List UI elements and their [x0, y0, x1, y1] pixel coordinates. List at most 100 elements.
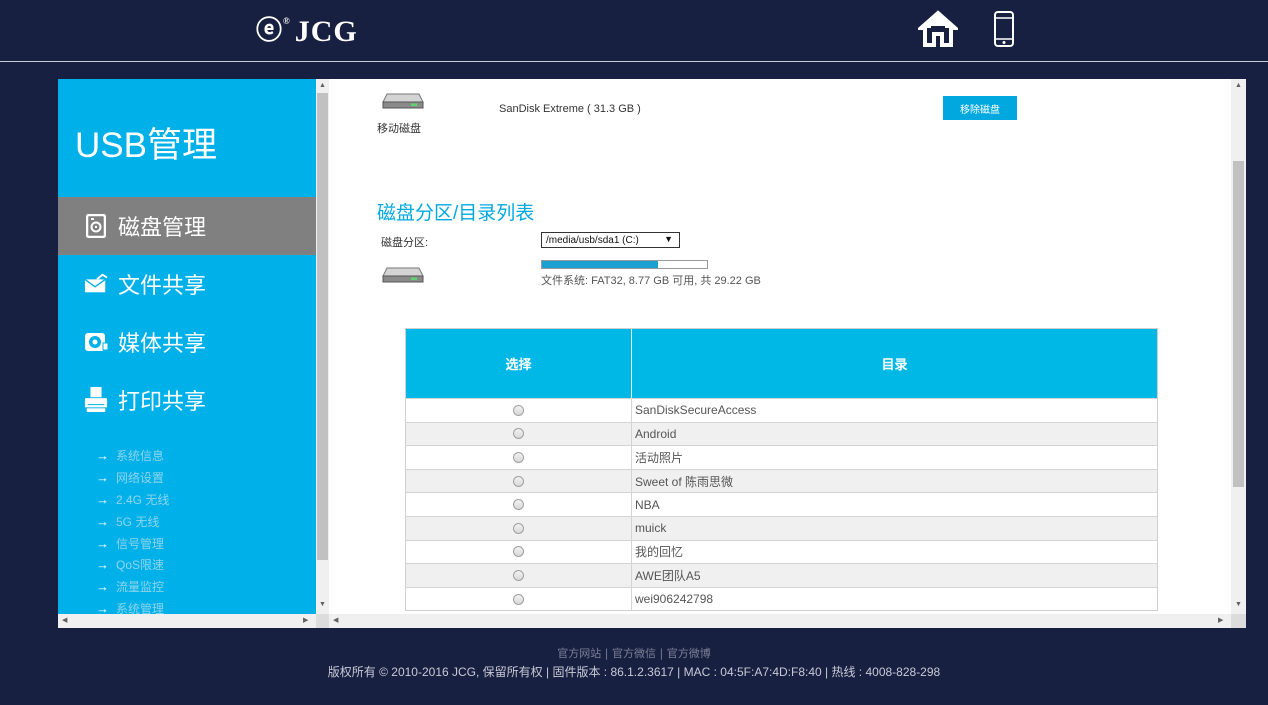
table-row[interactable]: AWE团队A5	[406, 563, 1157, 587]
directory-radio[interactable]	[513, 593, 524, 605]
sublink-label: 系统管理	[116, 601, 165, 614]
scroll-up-icon[interactable]: ▲	[319, 82, 326, 90]
nav-item-file-sharing[interactable]: 文件共享	[58, 255, 316, 313]
sidebar-vertical-scrollbar[interactable]: ▲ ▼	[316, 79, 329, 614]
main-content: 移动磁盘 SanDisk Extreme ( 31.3 GB ) 移除磁盘 磁盘…	[329, 79, 1231, 614]
scrollbar-thumb[interactable]	[1233, 161, 1244, 487]
directory-radio[interactable]	[513, 499, 524, 511]
scroll-down-icon[interactable]: ▼	[319, 601, 326, 609]
table-row[interactable]: 我的回忆	[406, 539, 1157, 564]
logo-mark-icon: ⓔ	[256, 16, 284, 46]
sublink-label: 2.4G 无线	[116, 492, 170, 507]
table-header: 选择 目录	[406, 329, 1157, 398]
sublink-traffic-monitor[interactable]: → 流量监控	[96, 576, 169, 598]
directory-name: AWE团队A5	[635, 568, 701, 583]
select-cell	[406, 516, 632, 540]
directory-radio[interactable]	[513, 404, 524, 416]
sublink-wireless-5g[interactable]: → 5G 无线	[96, 510, 169, 532]
nav-label: 磁盘管理	[118, 215, 207, 240]
disk-icon	[84, 213, 108, 239]
scroll-down-icon[interactable]: ▼	[1235, 601, 1242, 609]
footer-separator: |	[656, 647, 667, 660]
official-weibo-link[interactable]: 官方微博	[667, 647, 711, 660]
sidebar-frame: USB管理 磁盘管理 文件共享 媒体共享 打印共享 → 系统信息 → 网络设置 …	[58, 79, 329, 628]
jcg-logo[interactable]: ⓔ ® JCG	[256, 14, 358, 50]
main-vertical-scrollbar[interactable]: ▲ ▼	[1231, 79, 1246, 614]
table-row[interactable]: muick	[406, 515, 1157, 540]
sidebar: USB管理 磁盘管理 文件共享 媒体共享 打印共享 → 系统信息 → 网络设置 …	[58, 79, 316, 614]
sublink-network-settings[interactable]: → 网络设置	[96, 467, 169, 489]
disk-name: SanDisk Extreme ( 31.3 GB )	[499, 103, 641, 115]
sublink-system-info[interactable]: → 系统信息	[96, 445, 169, 467]
table-row[interactable]: wei906242798	[406, 586, 1157, 611]
directory-radio[interactable]	[513, 475, 524, 487]
directory-name: 我的回忆	[635, 545, 684, 560]
arrow-right-icon: →	[96, 557, 109, 573]
scrollbar-thumb[interactable]	[317, 93, 328, 560]
table-row[interactable]: NBA	[406, 492, 1157, 516]
directory-radio[interactable]	[513, 569, 524, 581]
footer-separator: |	[601, 647, 612, 660]
arrow-right-icon: →	[96, 579, 109, 595]
home-icon[interactable]	[915, 10, 961, 48]
nav-item-media-sharing[interactable]: 媒体共享	[58, 313, 316, 371]
official-website-link[interactable]: 官方网站	[557, 647, 601, 660]
mobile-phone-icon[interactable]	[992, 10, 1016, 48]
table-row[interactable]: Android	[406, 421, 1157, 446]
sublink-label: 系统信息	[116, 449, 165, 464]
partition-select-value: /media/usb/sda1 (C:)	[546, 234, 639, 246]
scroll-up-icon[interactable]: ▲	[1235, 82, 1242, 90]
table-row[interactable]: Sweet of 陈雨思微	[406, 468, 1157, 493]
section-title: 磁盘分区/目录列表	[377, 203, 535, 224]
directory-name: Sweet of 陈雨思微	[635, 474, 734, 489]
filesystem-info: 文件系统: FAT32, 8.77 GB 可用, 共 29.22 GB	[541, 275, 761, 287]
sublink-qos-limit[interactable]: → QoS限速	[96, 554, 169, 576]
printer-icon	[84, 387, 108, 413]
footer-links: 官方网站 | 官方微信 | 官方微博	[0, 645, 1268, 661]
nav-label: 打印共享	[118, 389, 207, 414]
sublink-signal-management[interactable]: → 信号管理	[96, 532, 169, 554]
main-horizontal-scrollbar[interactable]: ◀ ▶	[329, 614, 1231, 628]
media-icon	[84, 329, 108, 355]
scroll-right-icon[interactable]: ▶	[303, 617, 308, 625]
mail-share-icon	[84, 271, 108, 297]
sublink-label: 5G 无线	[116, 514, 160, 529]
disk-type-label: 移动磁盘	[377, 123, 421, 135]
sublink-system-management[interactable]: → 系统管理	[96, 598, 169, 614]
main-content-frame: 移动磁盘 SanDisk Extreme ( 31.3 GB ) 移除磁盘 磁盘…	[329, 79, 1246, 628]
scroll-right-icon[interactable]: ▶	[1218, 617, 1223, 625]
nav-item-print-sharing[interactable]: 打印共享	[58, 371, 316, 429]
directory-name: 活动照片	[635, 450, 684, 465]
table-row[interactable]: 活动照片	[406, 445, 1157, 469]
sublink-list: → 系统信息 → 网络设置 → 2.4G 无线 → 5G 无线 → 信号管理 → QoS限速…	[96, 445, 169, 614]
partition-select[interactable]: /media/usb/sda1 (C:) ▼	[541, 232, 680, 248]
scrollbar-corner	[1231, 614, 1246, 628]
table-row[interactable]: SanDiskSecureAccess	[406, 398, 1157, 422]
nav-item-disk-management[interactable]: 磁盘管理	[58, 197, 316, 255]
scrollbar-corner	[316, 614, 329, 628]
directory-radio[interactable]	[513, 546, 524, 558]
directory-radio[interactable]	[513, 451, 524, 463]
sublink-label: 流量监控	[116, 580, 165, 595]
select-cell	[406, 587, 632, 611]
column-header-select: 选择	[406, 329, 632, 398]
select-cell	[406, 446, 632, 469]
nav-label: 文件共享	[118, 273, 207, 298]
select-cell	[406, 540, 632, 564]
select-cell	[406, 399, 632, 422]
arrow-right-icon: →	[96, 491, 109, 507]
scroll-left-icon[interactable]: ◀	[62, 617, 67, 625]
directory-radio[interactable]	[513, 522, 524, 534]
arrow-right-icon: →	[96, 470, 109, 486]
directory-name: SanDiskSecureAccess	[635, 403, 757, 418]
arrow-right-icon: →	[96, 535, 109, 551]
directory-table: 选择 目录 SanDiskSecureAccess Android 活动照片 S…	[405, 328, 1158, 612]
directory-radio[interactable]	[513, 428, 524, 440]
remove-disk-button[interactable]: 移除磁盘	[943, 96, 1017, 120]
sidebar-horizontal-scrollbar[interactable]: ◀ ▶	[58, 614, 316, 628]
scroll-left-icon[interactable]: ◀	[333, 617, 338, 625]
dropdown-arrow-icon: ▼	[664, 234, 673, 244]
removable-disk-icon	[382, 93, 424, 109]
official-wechat-link[interactable]: 官方微信	[612, 647, 656, 660]
sublink-wireless-24g[interactable]: → 2.4G 无线	[96, 489, 169, 511]
